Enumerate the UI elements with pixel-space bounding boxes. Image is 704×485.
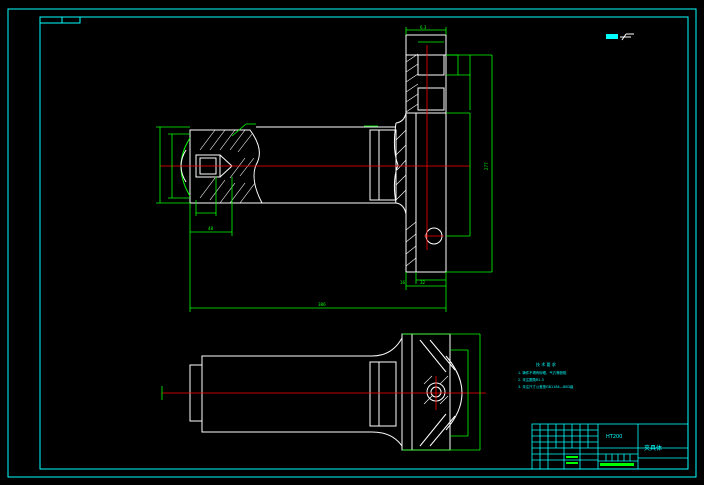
surface-roughness-symbol	[606, 33, 634, 41]
top-view	[162, 333, 486, 451]
title-block	[531, 423, 689, 470]
tech-requirements-heading: 技 术 要 求	[536, 361, 556, 367]
tech-requirement-1: 1. 铸件不得有砂眼、气孔等缺陷	[518, 370, 567, 375]
top-dimensions	[161, 333, 481, 451]
dim-top-surface: 6.3	[420, 25, 427, 30]
dim-small-b: 16	[400, 280, 406, 285]
dim-height-right: 277	[484, 162, 489, 170]
title-block-material: HT200	[606, 434, 622, 440]
dim-total-length: 386	[318, 302, 326, 307]
front-view	[160, 34, 470, 273]
outer-border	[7, 8, 697, 478]
cad-drawing-canvas: 386 277 48 32 16 6.3 技 术 要 求 1. 铸件不得有砂眼、…	[0, 0, 704, 485]
tech-requirements: 技 术 要 求 1. 铸件不得有砂眼、气孔等缺陷 2. 未注圆角R2-3 3. …	[518, 361, 574, 389]
title-block-part-name: 夹具体	[644, 444, 662, 452]
inner-border	[39, 16, 689, 470]
dim-small-a: 32	[420, 280, 426, 285]
dim-bore-depth: 48	[208, 226, 214, 231]
tech-requirement-3: 3. 未注尺寸公差按GB1184—80D级	[518, 384, 574, 389]
corner-label-box	[39, 16, 81, 24]
tech-requirement-2: 2. 未注圆角R2-3	[518, 377, 544, 382]
drawing-sheet: 386 277 48 32 16 6.3 技 术 要 求 1. 铸件不得有砂眼、…	[7, 8, 697, 478]
